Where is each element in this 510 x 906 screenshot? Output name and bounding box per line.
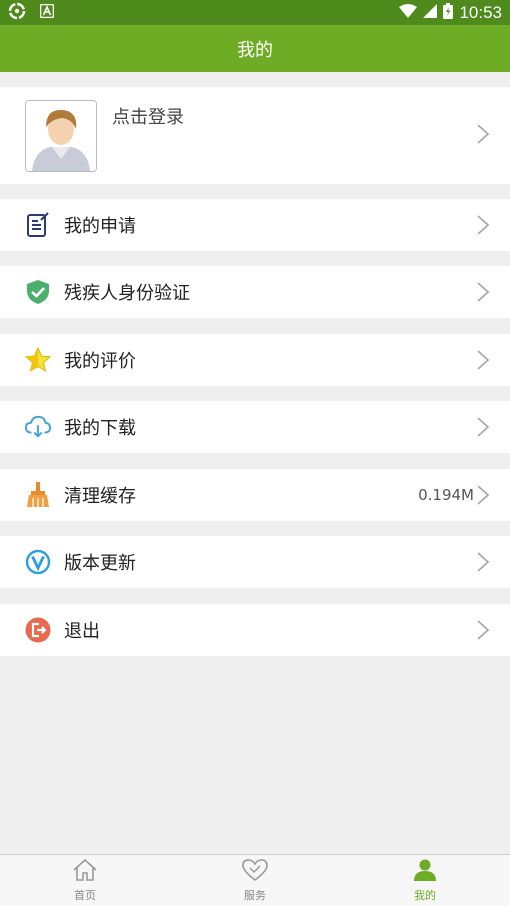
- signal-icon: [423, 3, 438, 22]
- menu-item-my-reviews[interactable]: 我的评价: [0, 334, 510, 386]
- menu-item-logout[interactable]: 退出: [0, 604, 510, 656]
- user-avatar-icon: [25, 100, 97, 172]
- menu-label: 退出: [64, 621, 100, 642]
- status-time: 10:53: [459, 2, 502, 22]
- cloud-download-icon: [25, 414, 51, 440]
- chevron-right-icon: [477, 485, 490, 505]
- bottom-tab-bar: 首页 服务 我的: [0, 854, 510, 906]
- chevron-right-icon: [477, 620, 490, 640]
- version-update-icon: [25, 549, 51, 575]
- cache-size-value: 0.194M: [418, 486, 474, 504]
- page-title: 我的: [237, 39, 273, 61]
- heart-icon: [241, 858, 269, 886]
- verified-shield-icon: [25, 279, 51, 305]
- tab-mine[interactable]: 我的: [340, 855, 510, 906]
- broom-icon: [25, 482, 51, 508]
- person-icon: [413, 858, 437, 886]
- menu-label: 我的下载: [64, 418, 136, 439]
- menu-item-version-update[interactable]: 版本更新: [0, 536, 510, 588]
- chevron-right-icon: [477, 282, 490, 302]
- home-icon: [72, 858, 98, 886]
- status-bar: 10:53: [0, 0, 510, 25]
- battery-icon: [443, 2, 454, 23]
- logout-icon: [25, 617, 51, 643]
- tab-home[interactable]: 首页: [0, 855, 170, 906]
- header-bar: 我的: [0, 25, 510, 72]
- chevron-right-icon: [477, 552, 490, 572]
- tab-label: 服务: [244, 889, 266, 902]
- menu-label: 残疾人身份验证: [64, 283, 190, 304]
- menu-label: 版本更新: [64, 553, 136, 574]
- menu-item-my-downloads[interactable]: 我的下载: [0, 401, 510, 453]
- sync-icon: [8, 2, 26, 24]
- chevron-right-icon: [477, 124, 490, 144]
- star-rating-icon: [25, 347, 51, 373]
- wifi-icon: [399, 3, 418, 22]
- menu-label: 我的申请: [64, 216, 136, 237]
- profile-login-row[interactable]: 点击登录: [0, 87, 510, 184]
- chevron-right-icon: [477, 350, 490, 370]
- menu-label: 清理缓存: [64, 486, 136, 507]
- application-form-icon: [25, 212, 51, 238]
- login-prompt: 点击登录: [112, 107, 184, 128]
- a-notification-icon: [39, 3, 55, 22]
- tab-label: 我的: [414, 889, 436, 902]
- menu-item-clear-cache[interactable]: 清理缓存 0.194M: [0, 469, 510, 521]
- chevron-right-icon: [477, 417, 490, 437]
- menu-item-my-applications[interactable]: 我的申请: [0, 199, 510, 251]
- menu-label: 我的评价: [64, 351, 136, 372]
- tab-label: 首页: [74, 889, 96, 902]
- menu-item-disability-verification[interactable]: 残疾人身份验证: [0, 266, 510, 318]
- tab-services[interactable]: 服务: [170, 855, 340, 906]
- chevron-right-icon: [477, 215, 490, 235]
